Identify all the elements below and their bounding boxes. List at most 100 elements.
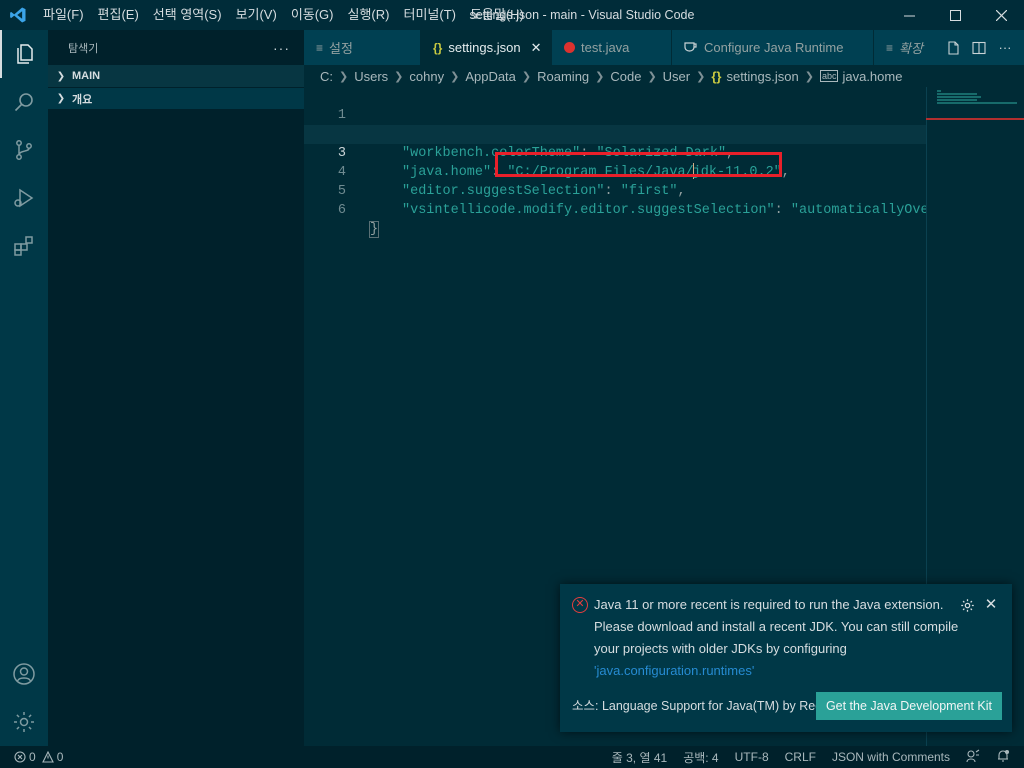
section-outline-label: 개요 [72,93,93,106]
json-colon: : [774,203,791,218]
tab-bar: ≡ 설정 {} settings.json ✕ test.java Config… [304,30,1024,65]
menu-file[interactable]: 파일(F) [36,0,91,30]
tab-settings-json[interactable]: {} settings.json ✕ [421,30,552,65]
minimap-line [937,99,977,101]
breadcrumb-item[interactable]: cohny [409,69,444,84]
explorer-icon[interactable] [0,30,48,78]
menu-edit[interactable]: 편집(E) [91,0,146,30]
breadcrumb-item[interactable]: User [663,69,690,84]
breadcrumb-item[interactable]: Code [610,69,641,84]
chevron-right-icon: ❯ [56,70,66,82]
notification-source: 소스: Language Support for Java(TM) by Red… [572,699,837,713]
get-jdk-button[interactable]: Get the Java Development Kit [815,692,1002,720]
section-outline[interactable]: ❯ 개요 [48,87,304,109]
maximize-button[interactable] [932,0,978,30]
settings-list-icon: ≡ [316,40,324,55]
chevron-right-icon: ❯ [339,70,349,83]
section-main[interactable]: ❯ MAIN [48,65,304,87]
code-line: 5 "vsintellicode.modify.editor.suggestSe… [304,163,961,218]
line-number: 6 [337,203,346,218]
search-icon[interactable] [0,78,48,126]
error-count: 0 [29,750,36,764]
explorer-header: 탐색기 ··· [48,30,304,65]
manage-gear-icon[interactable] [0,698,48,746]
tab-test-java[interactable]: test.java [552,30,672,65]
chevron-right-icon: ❯ [394,70,404,83]
menu-view[interactable]: 보기(V) [229,0,284,30]
minimize-button[interactable] [886,0,932,30]
problems-indicator[interactable]: 0 0 [0,750,63,764]
menu-run[interactable]: 실행(R) [341,0,397,30]
section-main-label: MAIN [72,70,101,82]
close-window-button[interactable] [978,0,1024,30]
end-of-line[interactable]: CRLF [777,750,824,764]
vscode-logo-icon [0,0,36,30]
menu-go[interactable]: 이동(G) [284,0,341,30]
account-icon[interactable] [0,650,48,698]
warning-count: 0 [56,750,64,764]
json-braces-icon: {} [433,40,443,55]
line-text: "vsintellicode.modify.editor.suggestSele… [402,201,961,220]
notifications-bell-icon[interactable] [988,749,1018,766]
tab-settings[interactable]: ≡ 설정 [304,30,421,65]
notification-text: Java 11 or more recent is required to ru… [594,597,959,656]
breadcrumb-item[interactable]: AppData [465,69,516,84]
json-key: "vsintellicode.modify.editor.suggestSele… [402,203,775,218]
line-text: } [368,220,380,239]
code-line: 1 { [304,87,926,143]
extensions-icon[interactable] [0,222,48,270]
breadcrumb-item[interactable]: Roaming [537,69,589,84]
explorer-title: 탐색기 [68,42,99,55]
breadcrumb-item[interactable]: java.home [842,69,902,84]
code-line-current: 3 "java.home": "C:/Program Files/Java/jd… [304,125,926,180]
open-settings-json-icon[interactable] [940,30,966,65]
code-line: 6 } [304,182,926,238]
error-count-icon [14,751,26,763]
indentation[interactable]: 공백: 4 [675,749,726,766]
json-braces-icon: {} [711,68,722,84]
close-icon[interactable]: ✕ [531,40,542,56]
notification-toast: ✕ Java 11 or more recent is required to … [560,584,1012,732]
chevron-right-icon: ❯ [450,70,460,83]
close-brace: } [368,221,380,238]
tab-label: test.java [581,40,630,55]
chevron-right-icon: ❯ [804,70,814,83]
minimap-error-marker [926,118,1024,120]
activity-bar [0,30,48,746]
split-editor-icon[interactable] [966,30,992,65]
error-icon: ✕ [572,597,588,613]
run-debug-icon[interactable] [0,174,48,222]
menu-terminal[interactable]: 터미널(T) [396,0,462,30]
tab-label: Configure Java Runtime [704,40,844,55]
java-error-icon [564,42,575,53]
language-mode[interactable]: JSON with Comments [824,750,958,764]
warning-count-icon [41,751,54,763]
status-bar: 0 0 줄 3, 열 41 공백: 4 UTF-8 CRLF JSON with… [0,746,1024,768]
tab-configure-java-runtime[interactable]: Configure Java Runtime [672,30,874,65]
tab-label: 확장 [899,41,923,56]
breadcrumb: C: ❯ Users ❯ cohny ❯ AppData ❯ Roaming ❯ Code… [304,65,1024,87]
notification-gear-icon[interactable] [958,596,976,614]
breadcrumb-item[interactable]: Users [354,69,388,84]
more-actions-icon[interactable]: ··· [273,40,290,56]
minimap-line [937,96,981,98]
chevron-right-icon: ❯ [595,70,605,83]
minimap-line [937,102,1017,104]
chevron-right-icon: ❯ [696,70,706,83]
more-actions-icon[interactable]: ··· [992,30,1018,65]
chevron-right-icon: ❯ [56,93,66,104]
code-line: 4 "editor.suggestSelection": "first", [304,144,926,199]
menu-help[interactable]: 도움말(H) [463,0,531,30]
close-notification-icon[interactable]: ✕ [982,595,1000,613]
cursor-position[interactable]: 줄 3, 열 41 [604,749,675,766]
breadcrumb-item[interactable]: C: [320,69,333,84]
editor-actions: ··· [934,30,1024,65]
encoding[interactable]: UTF-8 [727,750,777,764]
explorer-sidebar: 탐색기 ··· ❯ MAIN ❯ 개요 [48,30,304,746]
minimap-line [937,90,941,92]
breadcrumb-item[interactable]: settings.json [726,69,798,84]
source-control-icon[interactable] [0,126,48,174]
notification-link[interactable]: 'java.configuration.runtimes' [594,663,754,678]
menu-selection[interactable]: 선택 영역(S) [146,0,229,30]
feedback-icon[interactable] [958,749,988,766]
